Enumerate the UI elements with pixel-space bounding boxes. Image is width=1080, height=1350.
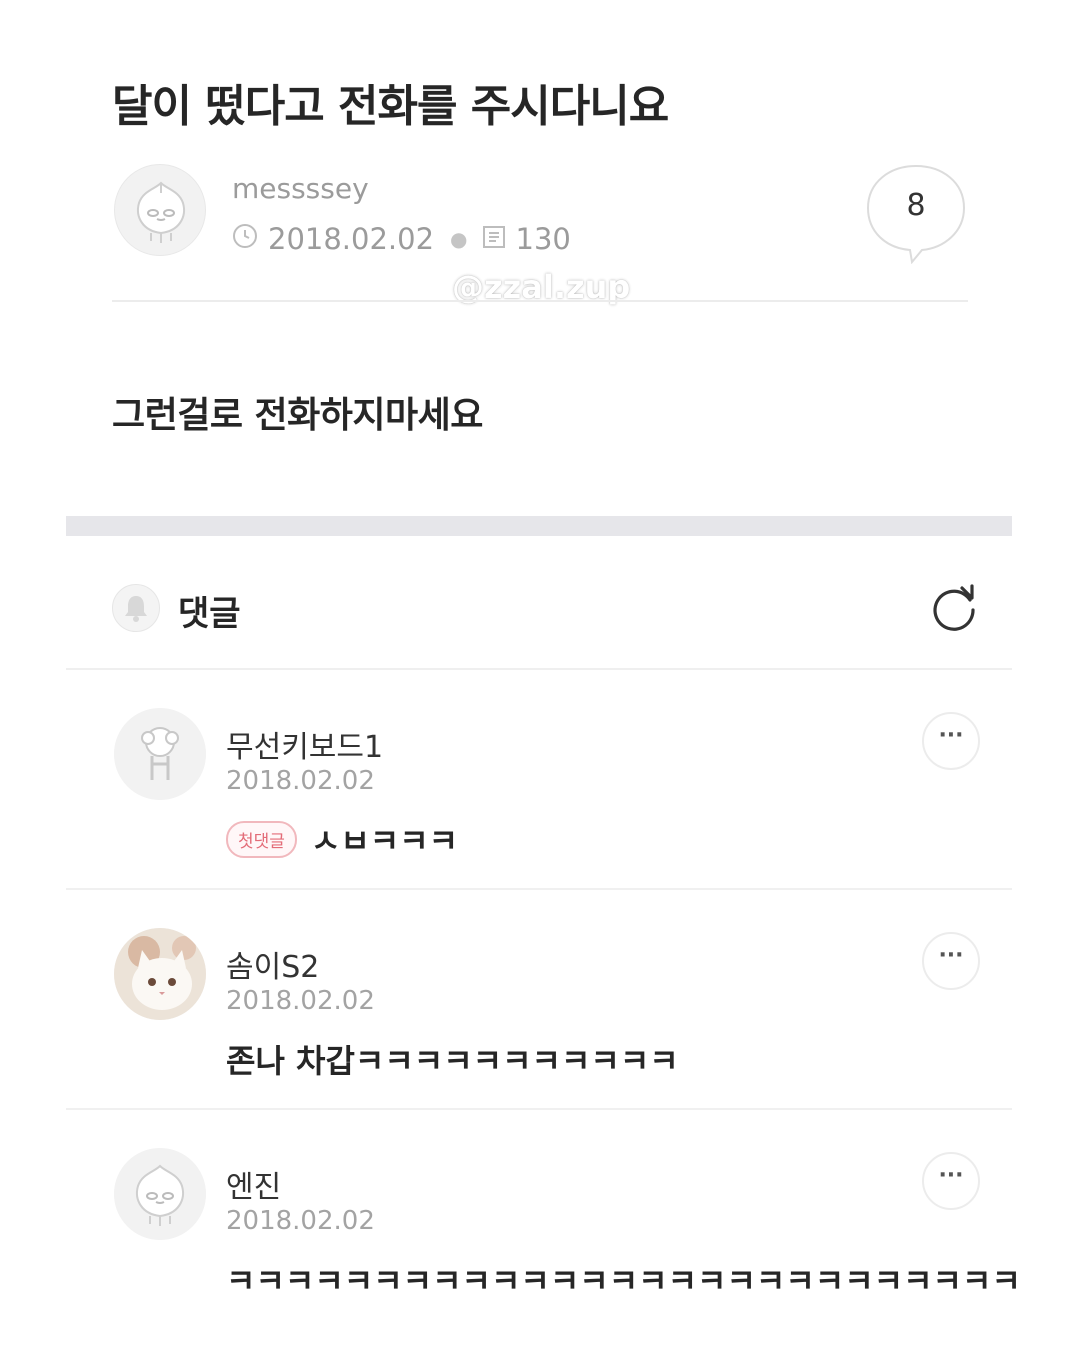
cartoon-character-icon [114,708,206,800]
comment-date: 2018.02.02 [226,1206,375,1236]
first-comment-badge: 첫댓글 [226,820,297,858]
commenter-name[interactable]: 엔진 [226,1162,281,1206]
meta-separator: ● [450,227,468,251]
commenter-name[interactable]: 무선키보드1 [226,722,383,766]
post-date: 2018.02.02 [268,222,435,256]
comment-item: 솜이S2 2018.02.02 존나 차갑ㅋㅋㅋㅋㅋㅋㅋㅋㅋㅋㅋ ··· [66,890,1012,1110]
comment-count: 8 [906,188,926,223]
commenter-avatar[interactable] [114,928,206,1020]
comment-date: 2018.02.02 [226,986,375,1016]
post-meta: 2018.02.02 ● 130 [232,222,571,256]
comment-body: ㅅㅂㅋㅋㅋ [310,822,459,860]
cat-photo [114,928,206,1020]
commenter-avatar[interactable] [114,708,206,800]
comment-date: 2018.02.02 [226,766,375,796]
bell-icon [125,596,147,622]
comment-body: ㅋㅋㅋㅋㅋㅋㅋㅋㅋㅋㅋㅋㅋㅋㅋㅋㅋㅋㅋㅋㅋㅋㅋㅋㅋㅋㅋ [226,1262,1021,1300]
more-options-button[interactable]: ··· [922,932,980,990]
views-icon [482,222,506,256]
post-views: 130 [515,222,571,256]
commenter-avatar[interactable] [114,1148,206,1240]
more-options-button[interactable]: ··· [922,712,980,770]
refresh-icon [933,584,975,631]
refresh-button[interactable] [926,580,982,636]
comment-text: 첫댓글 ㅅㅂㅋㅋㅋ [226,816,458,862]
post-page: 달이 떴다고 전화를 주시다니요 messssey 2018.02.02 ● 1… [0,0,1080,1350]
post-body: 그런걸로 전화하지마세요 [112,395,483,436]
author-avatar[interactable] [114,164,206,256]
clock-icon [232,222,258,256]
comment-count-bubble[interactable]: 8 [866,164,968,265]
comment-text: ㅋㅋㅋㅋㅋㅋㅋㅋㅋㅋㅋㅋㅋㅋㅋㅋㅋㅋㅋㅋㅋㅋㅋㅋㅋㅋㅋ [226,1256,1021,1302]
author-name[interactable]: messssey [232,172,369,205]
post-title: 달이 떴다고 전화를 주시다니요 [112,81,669,132]
section-divider-bar [66,516,1012,536]
comment-item: 엔진 2018.02.02 ㅋㅋㅋㅋㅋㅋㅋㅋㅋㅋㅋㅋㅋㅋㅋㅋㅋㅋㅋㅋㅋㅋㅋㅋㅋㅋ… [66,1110,1021,1330]
more-options-button[interactable]: ··· [922,1152,980,1210]
commenter-name[interactable]: 솜이S2 [226,942,319,986]
comment-item: 무선키보드1 2018.02.02 첫댓글 ㅅㅂㅋㅋㅋ ··· [66,670,1012,890]
header-divider [112,300,968,302]
comment-body: 존나 차갑ㅋㅋㅋㅋㅋㅋㅋㅋㅋㅋㅋ [226,1042,679,1080]
notification-toggle[interactable] [112,584,160,632]
comment-text: 존나 차갑ㅋㅋㅋㅋㅋㅋㅋㅋㅋㅋㅋ [226,1036,679,1082]
peach-character-icon [137,181,185,243]
comments-section-title: 댓글 [178,594,241,634]
peach-character-icon [114,1148,206,1240]
